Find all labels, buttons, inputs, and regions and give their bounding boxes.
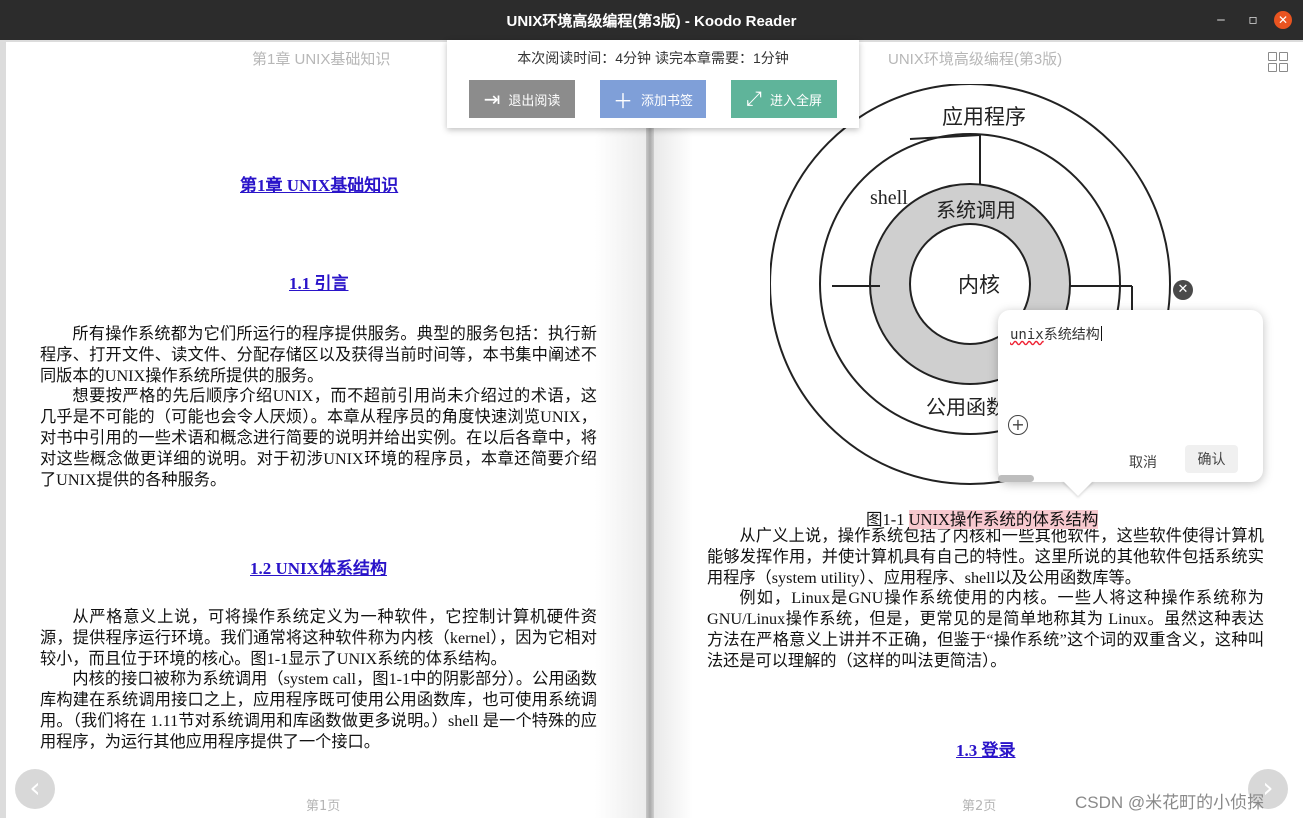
note-input[interactable]: unix系统结构 (1010, 324, 1102, 344)
fullscreen-label: 进入全屏 (769, 92, 822, 108)
section-1-1-link[interactable]: 1.1 引言 (289, 269, 349, 294)
left-running-header: 第1章 UNIX基础知识 (252, 51, 391, 68)
left-page: 第1章 UNIX基础知识 第1章 UNIX基础知识 1.1 引言 所有操作系统都… (6, 42, 646, 818)
section-1-2-link[interactable]: 1.2 UNIX体系结构 (250, 554, 387, 579)
diagram-label-library: 公用函数 (926, 396, 1006, 419)
exit-icon: ⇥ (483, 88, 501, 111)
exit-reading-label: 退出阅读 (508, 92, 561, 108)
diagram-label-syscall: 系统调用 (936, 199, 1016, 222)
chapter-title-link[interactable]: 第1章 UNIX基础知识 (240, 171, 398, 196)
paragraph: 从广义上说，操作系统包括了内核和一些其他软件，这些软件使得计算机能够发挥作用，并… (707, 527, 1264, 587)
minimize-button[interactable]: ‒ (1211, 0, 1231, 40)
diagram-label-applications: 应用程序 (942, 105, 1026, 129)
reading-control-panel: 本次阅读时间：4分钟 读完本章需要：1分钟 ⇥ 退出阅读 ＋ 添加书签 ⤢ 进入… (447, 40, 859, 128)
right-page-number: 第2页 (962, 799, 997, 814)
add-tag-icon[interactable]: + (1008, 415, 1028, 435)
paragraph: 所有操作系统都为它们所运行的程序提供服务。典型的服务包括：执行新程序、打开文件、… (40, 325, 597, 385)
cancel-button[interactable]: 取消 (1118, 448, 1168, 476)
add-bookmark-label: 添加书签 (640, 92, 693, 108)
note-text-latin: unix (1010, 327, 1044, 343)
maximize-button[interactable]: ▫ (1243, 0, 1263, 40)
confirm-button[interactable]: 确认 (1185, 445, 1238, 473)
figure-caption: 图1-1 UNIX操作系统的体系结构 (866, 506, 1099, 530)
paragraph: 例如，Linux是GNU操作系统使用的内核。一些人将这种操作系统称为GNU/Li… (707, 589, 1264, 670)
grid-icon[interactable] (1268, 52, 1288, 72)
plus-icon: ＋ (612, 90, 633, 113)
intro-paragraphs: 所有操作系统都为它们所运行的程序提供服务。典型的服务包括：执行新程序、打开文件、… (40, 324, 597, 490)
left-page-number: 第1页 (306, 799, 341, 814)
reading-time-info: 本次阅读时间：4分钟 读完本章需要：1分钟 (517, 50, 789, 66)
paragraph: 从严格意义上说，可将操作系统定义为一种软件，它控制计算机硬件资源，提供程序运行环… (40, 608, 597, 668)
close-icon[interactable]: ✕ (1173, 280, 1193, 300)
diagram-label-kernel: 内核 (958, 273, 1000, 297)
window-title: UNIX环境高级编程(第3版) - Koodo Reader (506, 12, 797, 30)
previous-page-button[interactable]: ‹ (15, 769, 55, 809)
exit-reading-button[interactable]: ⇥ 退出阅读 (469, 80, 575, 118)
popup-pointer (1062, 480, 1094, 496)
paragraph: 想要按严格的先后顺序介绍UNIX，而不超前引用尚未介绍过的术语，这几乎是不可能的… (40, 387, 597, 489)
caption-prefix: 图1-1 (866, 510, 909, 529)
diagram-label-shell: shell (870, 187, 908, 209)
close-button[interactable]: ✕ (1273, 0, 1293, 40)
watermark: CSDN @米花町的小侦探 (1075, 793, 1265, 812)
chevron-left-icon: ‹ (29, 771, 41, 804)
add-bookmark-button[interactable]: ＋ 添加书签 (600, 80, 706, 118)
section-1-3-link[interactable]: 1.3 登录 (956, 736, 1016, 761)
close-icon: ✕ (1274, 11, 1292, 29)
note-editor-popup: unix系统结构 + 取消 确认 (998, 310, 1263, 482)
architecture-paragraphs: 从严格意义上说，可将操作系统定义为一种软件，它控制计算机硬件资源，提供程序运行环… (40, 607, 597, 753)
os-paragraphs: 从广义上说，操作系统包括了内核和一些其他软件，这些软件使得计算机能够发挥作用，并… (707, 526, 1264, 672)
expand-icon: ⤢ (745, 87, 762, 110)
book-spine (646, 42, 654, 818)
highlighted-text[interactable]: UNIX操作系统的体系结构 (908, 510, 1099, 529)
right-running-header: UNIX环境高级编程(第3版) (888, 51, 1063, 68)
title-bar: UNIX环境高级编程(第3版) - Koodo Reader (0, 0, 1303, 40)
note-text-rest: 系统结构 (1043, 327, 1100, 343)
resize-handle[interactable] (998, 475, 1034, 482)
fullscreen-button[interactable]: ⤢ 进入全屏 (731, 80, 837, 118)
text-caret (1100, 326, 1102, 341)
paragraph: 内核的接口被称为系统调用（system call，图1-1中的阴影部分）。公用函… (40, 670, 597, 751)
